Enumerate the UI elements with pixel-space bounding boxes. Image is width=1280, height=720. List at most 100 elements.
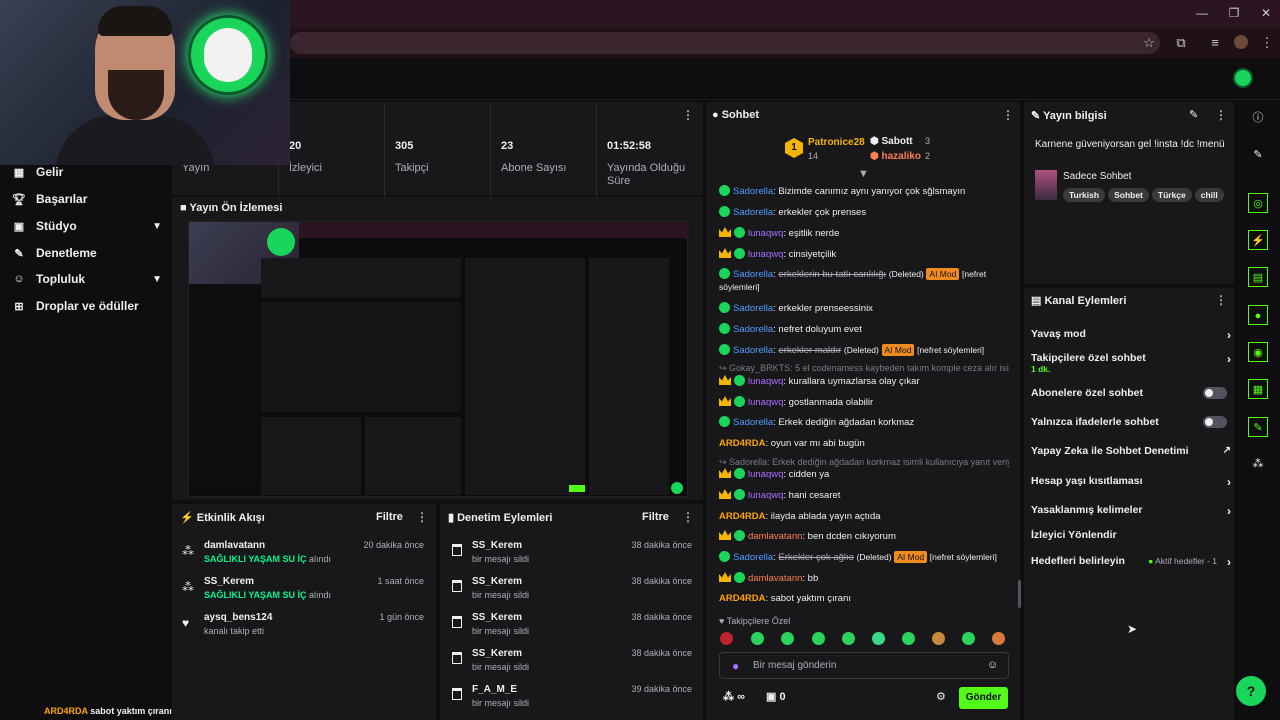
stream-preview-video[interactable] [188,221,689,497]
chat-username[interactable]: Sadorella [733,324,773,335]
leaderboard-first-name[interactable]: Patronice28 [808,137,865,148]
chat-message[interactable]: lunaqwq: cinsiyetçilik [719,248,1009,261]
toggle-switch[interactable] [1203,387,1227,399]
chat-username[interactable]: lunaqwq [748,376,783,387]
emoji-icon[interactable]: ☺ [987,659,998,671]
chat-message[interactable]: lunaqwq: cidden ya [719,468,1009,481]
profile-avatar[interactable] [1234,35,1248,49]
channel-action-item[interactable]: Yapay Zeka ile Sohbet Denetimi ↗ [1031,445,1231,457]
emote[interactable] [872,632,885,645]
chat-username[interactable]: Sadorella [733,303,773,314]
notes-icon[interactable]: ▤ [1248,267,1268,287]
chat-username[interactable]: lunaqwq [748,228,783,239]
chat-username[interactable]: lunaqwq [748,249,783,260]
tag[interactable]: Turkish [1063,188,1106,202]
chat-message[interactable]: lunaqwq: hani cesaret [719,489,1009,502]
sidebar-item-topluluk[interactable]: ☺ Topluluk ▼ [12,269,162,289]
chat-message[interactable]: Sadorella: nefret doluyum evet [719,323,1009,336]
chat-message[interactable]: ARD4RDA: ilayda ablada yayın açtıda [719,510,1009,523]
chat-username[interactable]: Sadorella [733,417,773,428]
chat-message[interactable]: Sadorella: erkeklerin bu tatlı canlılığı… [719,268,1009,294]
edit-stream-info-icon[interactable]: ✎ [1189,108,1198,121]
chat-input[interactable]: ● Bir mesaj gönderin ☺ [719,652,1009,679]
close-icon[interactable]: ✕ [1256,6,1276,22]
emote[interactable] [932,632,945,645]
layout-icon[interactable]: ▦ [1248,379,1268,399]
chat-username[interactable]: Sadorella [733,207,773,218]
chat-message[interactable]: Sadorella: erkekler prenseessinix [719,302,1009,315]
browser-menu-icon[interactable]: ⋮ [1258,35,1276,51]
channel-action-item[interactable]: Takipçilere özel sohbet 1 dk. › [1031,352,1231,374]
emote[interactable] [812,632,825,645]
chat-message[interactable]: lunaqwq: gostlanmada olabilir [719,396,1009,409]
sidebar-item-basarilar[interactable]: 🏆︎ Başarılar [12,189,162,209]
chat-message[interactable]: Sadorella: Bizimde canımız aynı yanıyor … [719,185,1009,198]
sidebar-item-denetleme[interactable]: ✎ Denetleme [12,243,162,263]
chat-username[interactable]: Sadorella [733,345,773,356]
chat-message[interactable]: lunaqwq: kurallara uymazlarsa olay çıkar [719,375,1009,388]
chat-message[interactable]: Sadorella: erkekler maldır (Deleted) AI … [719,344,1009,357]
chat-message[interactable]: Sadorella: Erkekler çok ağlıo (Deleted) … [719,551,1009,564]
emote[interactable] [962,632,975,645]
chat-message[interactable]: damlavatann: ben dcden cıkıyorum [719,530,1009,543]
chat-username[interactable]: lunaqwq [748,490,783,501]
chat-message[interactable]: Sadorella: erkekler çok prenses [719,206,1009,219]
chat-username[interactable]: lunaqwq [748,397,783,408]
stream-info-menu-icon[interactable]: ⋮ [1215,108,1227,122]
emote[interactable] [842,632,855,645]
emote[interactable] [902,632,915,645]
tag[interactable]: Sohbet [1108,188,1149,202]
chat-message[interactable]: lunaqwq: eşitlik nerde [719,227,1009,240]
channel-action-item[interactable]: Yavaş mod › [1031,328,1231,342]
chat-reply-context[interactable]: ↪ Gokay_BRKTS: 5 el codenamess kaybeden … [719,362,1009,375]
chat-username[interactable]: Sadorella [733,269,773,280]
activity-filter-button[interactable]: Filtre [376,511,403,523]
emote[interactable] [781,632,794,645]
chat-message[interactable]: damlavatann: bb [719,572,1009,585]
channel-action-item[interactable]: Hedefleri belirleyin › ● Aktif hedefler - … [1031,555,1231,569]
wrench-icon[interactable]: ✎ [1248,417,1268,437]
emote[interactable] [751,632,764,645]
chat-username[interactable]: Sadorella [733,186,773,197]
chat-bubble-icon[interactable]: ● [1248,305,1268,325]
chat-message[interactable]: ARD4RDA: oyun var mı abi bugün [719,437,1009,450]
send-button[interactable]: Gönder [959,687,1008,709]
leaderboard-collapse-icon[interactable]: ▼ [858,168,869,180]
emote[interactable] [720,632,733,645]
restore-icon[interactable]: ❐ [1224,6,1244,22]
chat-username[interactable]: damlavatann [748,573,802,584]
channel-points[interactable]: ⁂ ∞ [723,690,745,703]
tag[interactable]: Türkçe [1151,188,1192,202]
channel-actions-menu-icon[interactable]: ⋮ [1215,293,1227,307]
emote[interactable] [992,632,1005,645]
channel-action-item[interactable]: Yasaklanmış kelimeler › [1031,504,1231,518]
lightning-icon[interactable]: ⚡ [1248,230,1268,250]
activity-menu-icon[interactable]: ⋮ [416,510,428,524]
broadcast-icon[interactable]: ◉ [1248,342,1268,362]
chat-scrollbar[interactable] [1018,580,1021,608]
chat-username[interactable]: lunaqwq [748,469,783,480]
chat-username[interactable]: ARD4RDA [719,593,765,604]
channel-action-item[interactable]: İzleyici Yönlendir [1031,529,1231,541]
gift-counter[interactable]: ▣ 0 [766,690,786,703]
channel-action-item[interactable]: Hesap yaşı kısıtlaması › [1031,475,1231,489]
toggle-switch[interactable] [1203,416,1227,428]
moderation-filter-button[interactable]: Filtre [642,511,669,523]
chat-username[interactable]: damlavatann [748,531,802,542]
microphone-icon[interactable]: ● [732,659,739,673]
sidebar-item-gelir[interactable]: ▦ Gelir [12,162,162,182]
sidebar-item-studyo[interactable]: ▣ Stüdyo ▼ [12,216,162,236]
bookmark-star-icon[interactable]: ☆ [1140,35,1158,51]
info-icon[interactable]: ⓘ [1248,108,1268,128]
moderation-menu-icon[interactable]: ⋮ [682,510,694,524]
address-bar[interactable] [290,32,1160,54]
leaderboard-second[interactable]: ⬢ Sabott [870,136,913,147]
channel-action-item[interactable]: Yalnızca ifadelerle sohbet [1031,416,1231,428]
minimize-icon[interactable]: — [1192,6,1212,22]
chat-settings-icon[interactable]: ⚙ [936,690,946,703]
points-icon[interactable]: ⁂ [1248,454,1268,474]
tag[interactable]: chill [1194,188,1224,202]
chat-username[interactable]: ARD4RDA [719,438,765,449]
chat-message[interactable]: Sadorella: Erkek dediğin ağdadan korkmaz [719,416,1009,429]
chat-username[interactable]: ARD4RDA [719,511,765,522]
